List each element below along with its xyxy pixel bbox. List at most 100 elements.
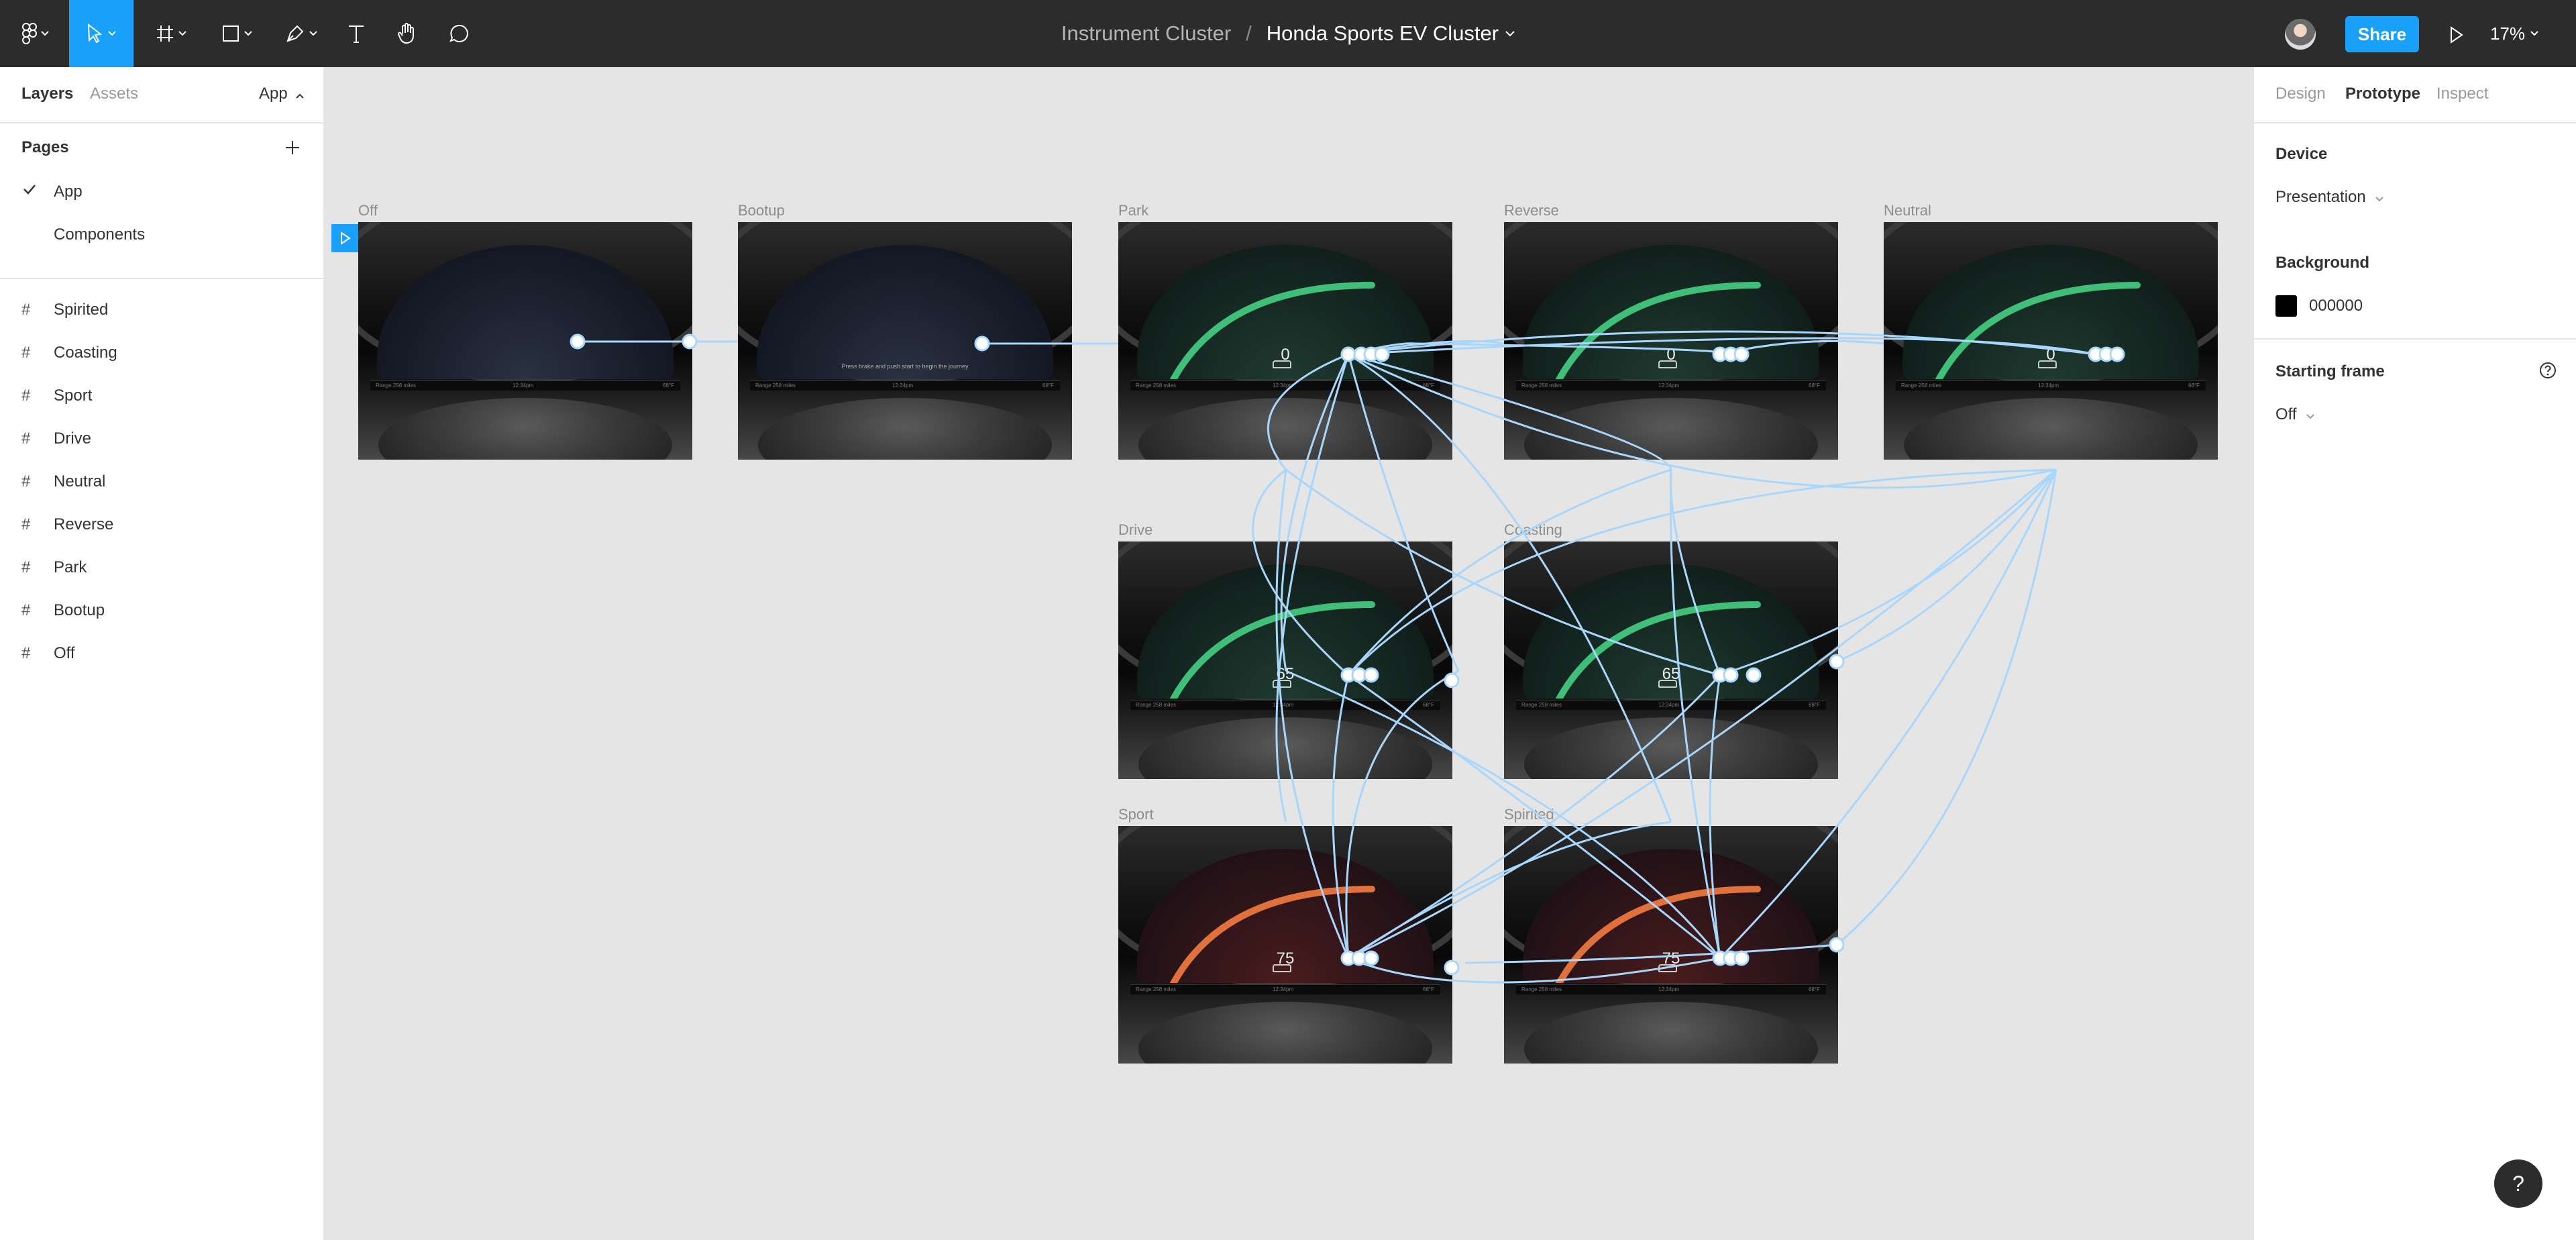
connection-hotspot[interactable] <box>1733 346 1750 362</box>
connection-hotspot[interactable] <box>1374 346 1390 362</box>
present-button[interactable] <box>2442 20 2471 50</box>
hand-tool[interactable] <box>390 0 424 67</box>
connection-hotspot[interactable] <box>1829 937 1845 953</box>
layer-item-coasting[interactable]: # Coasting <box>0 331 325 374</box>
frame-tool[interactable] <box>148 0 195 67</box>
connection-line[interactable] <box>1280 354 1350 672</box>
connection-line[interactable] <box>1464 943 1837 964</box>
shape-tool[interactable] <box>213 0 260 67</box>
rectangle-icon <box>223 25 239 42</box>
connection-line[interactable] <box>1348 353 1672 823</box>
left-panel-tabs: Layers Assets App <box>0 67 325 123</box>
layer-label: Drive <box>54 429 92 448</box>
frame-icon <box>157 25 173 42</box>
connection-line[interactable] <box>1267 353 1349 470</box>
connection-line[interactable] <box>1836 469 2057 946</box>
page-switcher[interactable]: App <box>259 85 305 103</box>
connection-hotspot[interactable] <box>1363 950 1379 966</box>
connection-line[interactable] <box>1719 469 2057 960</box>
share-button[interactable]: Share <box>2345 16 2419 52</box>
connection-line[interactable] <box>1348 674 1721 960</box>
chevron-down-icon <box>2306 414 2314 419</box>
device-dropdown[interactable]: Presentation <box>2275 188 2384 207</box>
layer-item-spirited[interactable]: # Spirited <box>0 289 325 331</box>
frame-icon: # <box>21 515 31 533</box>
connection-hotspot[interactable] <box>974 335 990 352</box>
pen-tool[interactable] <box>278 0 325 67</box>
connection-line[interactable] <box>1669 469 1721 676</box>
hand-icon <box>398 23 414 44</box>
connection-line[interactable] <box>1348 674 1721 960</box>
connection-line[interactable] <box>1285 468 1721 676</box>
layer-label: Neutral <box>54 472 106 490</box>
canvas[interactable]: Off Range 258 miles 12:34pm 68°F Bootup Press… <box>325 67 2253 1240</box>
connection-line[interactable] <box>1347 468 2057 676</box>
layer-item-sport[interactable]: # Sport <box>0 374 325 417</box>
breadcrumb-separator: / <box>1246 21 1252 45</box>
add-page-button[interactable] <box>279 134 306 161</box>
connection-hotspot[interactable] <box>682 333 698 350</box>
layer-label: Spirited <box>54 301 109 319</box>
layer-item-off[interactable]: # Off <box>0 632 325 675</box>
starting-frame-title: Starting frame <box>2275 362 2385 380</box>
help-icon[interactable] <box>2538 361 2557 380</box>
layer-label: Sport <box>54 386 93 405</box>
tab-layers[interactable]: Layers <box>21 85 73 103</box>
connection-line[interactable] <box>1348 468 2057 960</box>
connection-hotspot[interactable] <box>1340 346 1356 362</box>
connection-hotspot[interactable] <box>1444 672 1460 688</box>
chevron-down-icon[interactable] <box>1505 30 1515 37</box>
main-menu-button[interactable] <box>12 0 59 67</box>
prototype-connections <box>570 330 2125 984</box>
move-tool[interactable] <box>69 0 133 67</box>
help-button[interactable]: ? <box>2494 1159 2542 1208</box>
frame-icon: # <box>21 644 31 662</box>
connection-line[interactable] <box>1252 468 1350 676</box>
connection-hotspot[interactable] <box>570 333 586 350</box>
connection-line[interactable] <box>1348 353 2057 489</box>
connection-line[interactable] <box>1348 821 1672 960</box>
tab-assets[interactable]: Assets <box>90 85 138 103</box>
layer-label: Bootup <box>54 601 105 619</box>
frame-icon: # <box>21 558 31 576</box>
background-hex-value[interactable]: 000000 <box>2309 297 2363 315</box>
connection-line[interactable] <box>1285 670 1721 959</box>
connection-hotspot[interactable] <box>1746 667 1762 683</box>
page-item-app[interactable]: App <box>0 170 325 212</box>
layer-label: Coasting <box>54 344 117 362</box>
text-icon <box>349 25 364 43</box>
zoom-dropdown[interactable]: 17% <box>2490 0 2538 67</box>
avatar[interactable] <box>2285 19 2316 50</box>
connection-hotspot[interactable] <box>1829 654 1845 670</box>
layer-item-reverse[interactable]: # Reverse <box>0 503 325 546</box>
connection-hotspot[interactable] <box>1363 667 1379 683</box>
file-name[interactable]: Honda Sports EV Cluster <box>1267 21 1499 46</box>
current-page-label: App <box>259 85 288 103</box>
project-name[interactable]: Instrument Cluster <box>1061 21 1231 46</box>
connection-hotspot[interactable] <box>1723 667 1739 683</box>
layer-item-bootup[interactable]: # Bootup <box>0 589 325 632</box>
comment-tool[interactable] <box>443 0 476 67</box>
chevron-down-icon <box>178 31 186 36</box>
starting-frame-dropdown[interactable]: Off <box>2275 405 2314 424</box>
tab-design[interactable]: Design <box>2275 85 2326 103</box>
tab-inspect[interactable]: Inspect <box>2436 85 2488 103</box>
connection-hotspot[interactable] <box>1733 950 1750 966</box>
pen-icon <box>286 25 304 42</box>
page-item-components[interactable]: Components <box>0 213 325 255</box>
frame-icon: # <box>21 386 31 405</box>
layer-item-drive[interactable]: # Drive <box>0 417 325 460</box>
background-color-swatch[interactable] <box>2275 295 2297 317</box>
connection-line[interactable] <box>1347 354 1460 672</box>
layer-item-park[interactable]: # Park <box>0 546 325 589</box>
right-panel: Design Prototype Inspect Device Presenta… <box>2253 67 2576 1240</box>
zoom-level: 17% <box>2490 23 2526 44</box>
connection-hotspot[interactable] <box>2109 346 2125 362</box>
layer-item-neutral[interactable]: # Neutral <box>0 460 325 503</box>
text-tool[interactable] <box>339 0 373 67</box>
layer-label: Park <box>54 558 87 576</box>
connection-line[interactable] <box>1348 353 1672 470</box>
tab-prototype[interactable]: Prototype <box>2345 85 2420 103</box>
connection-hotspot[interactable] <box>1444 960 1460 976</box>
divider <box>2254 122 2576 123</box>
